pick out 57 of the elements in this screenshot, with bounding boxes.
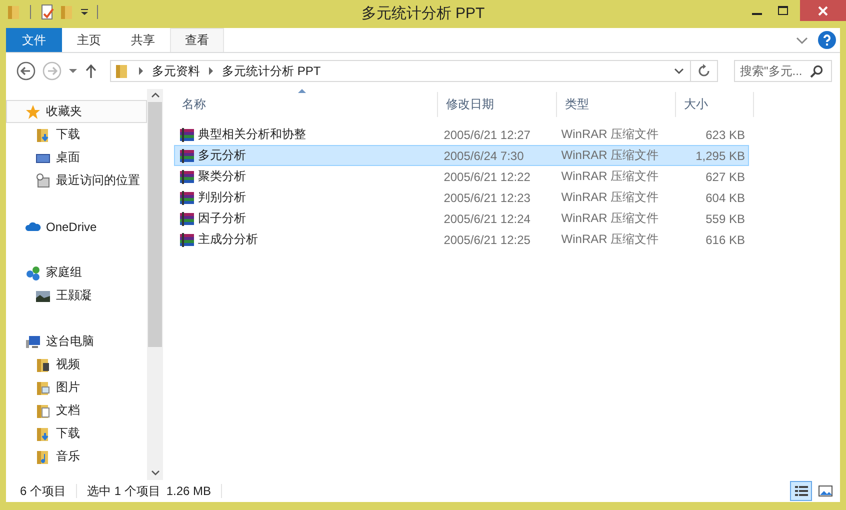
navigation-item[interactable]: OneDrive: [6, 215, 147, 238]
file-size: 559 KB: [706, 212, 745, 226]
navigation-item[interactable]: 视频: [6, 353, 147, 376]
navigation-item[interactable]: 最近访问的位置: [6, 169, 147, 192]
column-header[interactable]: 类型: [557, 92, 676, 117]
modified-date: 2005/6/21 12:24: [444, 212, 530, 226]
file-row[interactable]: 判别分析 2005/6/21 12:23 WinRAR 压缩文件 604 KB: [174, 187, 749, 208]
file-name: 多元分析: [198, 147, 246, 164]
navigation-item[interactable]: 王颢凝: [6, 284, 147, 307]
column-header[interactable]: 修改日期: [438, 92, 557, 117]
navigation-item[interactable]: 文档: [6, 399, 147, 422]
file-name: 典型相关分析和协整: [198, 126, 306, 143]
file-size: 627 KB: [706, 170, 745, 184]
modified-date: 2005/6/21 12:27: [444, 128, 530, 142]
navigation-item[interactable]: 桌面: [6, 146, 147, 169]
file-row[interactable]: 典型相关分析和协整 2005/6/21 12:27 WinRAR 压缩文件 623 KB: [174, 124, 749, 145]
item-count: 6 个项目: [20, 482, 66, 500]
file-tab[interactable]: 文件: [6, 28, 62, 52]
navigation-item[interactable]: 家庭组: [6, 261, 147, 284]
file-row[interactable]: 因子分析 2005/6/21 12:24 WinRAR 压缩文件 559 KB: [174, 208, 749, 229]
modified-date: 2005/6/21 12:22: [444, 170, 530, 184]
search-field[interactable]: 搜索"多元...: [734, 60, 832, 82]
address-bar[interactable]: 多元资料 多元统计分析 PPT: [110, 60, 691, 82]
file-row[interactable]: 主成分分析 2005/6/21 12:25 WinRAR 压缩文件 616 KB: [174, 229, 749, 250]
selection-size: 1.26 MB: [166, 484, 212, 498]
file-type: WinRAR 压缩文件: [561, 168, 659, 185]
file-size: 623 KB: [706, 128, 745, 142]
breadcrumb[interactable]: 多元统计分析 PPT: [222, 62, 321, 80]
file-row[interactable]: 多元分析 2005/6/24 7:30 WinRAR 压缩文件 1,295 KB: [174, 145, 749, 166]
selection-count: 选中 1 个项目: [87, 482, 160, 500]
navigation-item[interactable]: 下载: [6, 123, 147, 146]
file-type: WinRAR 压缩文件: [561, 189, 659, 206]
file-type: WinRAR 压缩文件: [561, 231, 659, 248]
navigation-item[interactable]: 收藏夹: [6, 100, 147, 123]
file-type: WinRAR 压缩文件: [561, 126, 659, 143]
modified-date: 2005/6/24 7:30: [444, 148, 524, 162]
column-header[interactable]: 名称: [174, 92, 438, 117]
file-type: WinRAR 压缩文件: [561, 147, 659, 164]
file-size: 1,295 KB: [696, 148, 745, 162]
file-name: 判别分析: [198, 189, 246, 206]
modified-date: 2005/6/21 12:25: [444, 232, 530, 246]
navigation-item[interactable]: 这台电脑: [6, 330, 147, 353]
file-name: 因子分析: [198, 210, 246, 227]
column-header[interactable]: 大小: [676, 92, 754, 117]
file-name: 主成分分析: [198, 231, 258, 248]
window-title: 多元统计分析 PPT: [361, 4, 485, 23]
ribbon-tab[interactable]: 查看: [170, 28, 224, 52]
file-type: WinRAR 压缩文件: [561, 210, 659, 227]
navigation-item[interactable]: 图片: [6, 376, 147, 399]
navigation-item[interactable]: 音乐: [6, 445, 147, 468]
file-row[interactable]: 聚类分析 2005/6/21 12:22 WinRAR 压缩文件 627 KB: [174, 166, 749, 187]
file-size: 616 KB: [706, 232, 745, 246]
file-size: 604 KB: [706, 190, 745, 204]
breadcrumb[interactable]: 多元资料: [152, 62, 200, 80]
modified-date: 2005/6/21 12:23: [444, 190, 530, 204]
navigation-item[interactable]: 下载: [6, 422, 147, 445]
file-name: 聚类分析: [198, 168, 246, 185]
